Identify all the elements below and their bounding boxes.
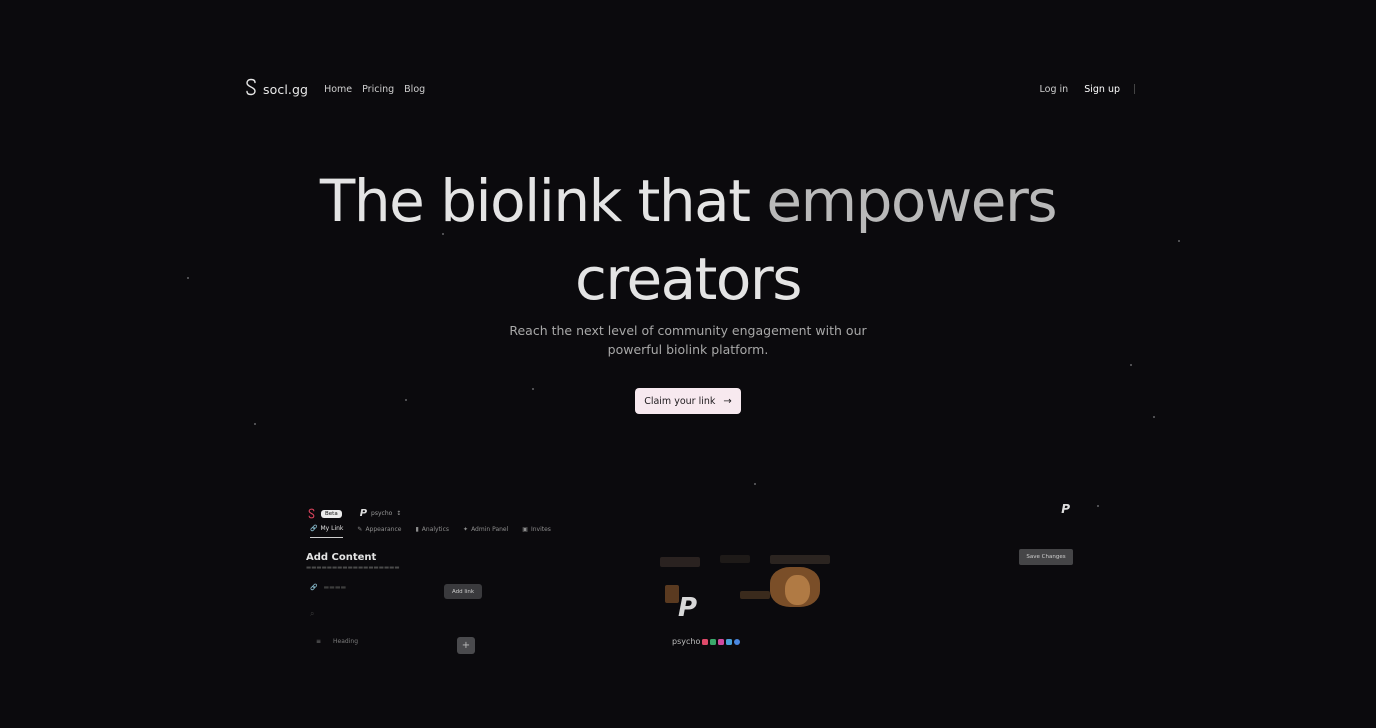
hero-title-line2: creators — [575, 245, 802, 313]
socl-logo-icon — [308, 504, 315, 523]
link-icon: 🔗 — [310, 584, 318, 591]
content-item-heading[interactable]: ≡ Heading — [316, 638, 358, 645]
check-badge-icon — [734, 638, 741, 645]
gift-icon: ▣ — [522, 525, 528, 533]
tab-analytics[interactable]: ▮ Analytics — [415, 525, 449, 538]
nav-divider — [1134, 84, 1135, 94]
profile-name-text: psycho — [672, 637, 701, 646]
hero-title-line1: The biolink that empowers — [0, 162, 1376, 240]
preview-topbar: Beta P psycho ↕ — [308, 504, 401, 523]
star-decoration — [532, 388, 534, 390]
nav-link-blog[interactable]: Blog — [404, 84, 425, 95]
claim-link-label: Claim your link — [644, 395, 716, 407]
profile-avatar: P — [678, 593, 698, 623]
nav-link-home[interactable]: Home — [324, 84, 352, 95]
drag-handle-icon[interactable]: ≡ — [316, 638, 321, 645]
tab-label: Appearance — [365, 525, 402, 533]
star-decoration — [1097, 505, 1099, 507]
socl-logo-icon — [245, 78, 257, 100]
brush-icon: ✎ — [357, 525, 363, 533]
login-link[interactable]: Log in — [1040, 84, 1069, 95]
nav-link-pricing[interactable]: Pricing — [362, 84, 394, 95]
star-decoration — [1153, 416, 1155, 418]
star-decoration — [1130, 364, 1132, 366]
star-decoration — [754, 483, 756, 485]
input-placeholder: ▬▬▬▬ — [323, 584, 347, 591]
pin-badge-icon — [702, 638, 709, 645]
arrow-right-icon: → — [723, 395, 732, 407]
heart-badge-icon — [718, 638, 725, 645]
top-nav: socl.gg Home Pricing Blog Log in Sign up — [245, 78, 1135, 100]
hero-subtitle: Reach the next level of community engage… — [488, 321, 888, 359]
star-decoration — [405, 399, 407, 401]
hero-title-part-a: The biolink that — [319, 167, 751, 235]
star-badge-icon — [726, 638, 733, 645]
logo-text: socl.gg — [263, 81, 309, 97]
add-link-button[interactable]: Add link — [444, 584, 482, 599]
heading-label: Heading — [333, 638, 358, 645]
hero-subtitle-line2: powerful biolink platform. — [607, 342, 769, 357]
search-icon: ⌕ — [310, 609, 315, 618]
user-switcher[interactable]: P psycho ↕ — [360, 508, 402, 519]
nav-auth: Log in Sign up — [1040, 84, 1135, 95]
link-url-input[interactable]: 🔗 ▬▬▬▬ — [310, 584, 346, 591]
verified-badge-icon — [710, 638, 717, 645]
tab-label: Admin Panel — [471, 525, 509, 533]
bar-chart-icon: ▮ — [415, 525, 419, 533]
chevron-updown-icon: ↕ — [396, 510, 402, 517]
hero-subtitle-line1: Reach the next level of community engage… — [509, 323, 867, 338]
beta-badge: Beta — [321, 509, 342, 518]
logo[interactable]: socl.gg — [245, 78, 308, 100]
claim-link-button[interactable]: Claim your link → — [635, 388, 741, 414]
tab-label: Invites — [530, 525, 551, 533]
wrench-icon: ✦ — [463, 525, 469, 533]
add-item-button[interactable]: + — [457, 637, 475, 654]
nav-links: Home Pricing Blog — [324, 84, 425, 95]
avatar[interactable]: P — [1061, 502, 1070, 516]
tab-label: Analytics — [421, 525, 450, 533]
add-content-subtitle: ▬▬▬▬▬▬▬▬▬▬▬▬▬▬▬▬▬▬ — [306, 565, 400, 571]
add-content-heading: Add Content — [306, 552, 377, 563]
star-decoration — [254, 423, 256, 425]
tab-admin-panel[interactable]: ✦ Admin Panel — [463, 525, 508, 538]
link-icon: 🔗 — [310, 525, 318, 532]
profile-name: psycho — [672, 637, 741, 646]
tab-appearance[interactable]: ✎ Appearance — [357, 525, 401, 538]
tab-label: My Link — [320, 525, 344, 532]
tab-my-link[interactable]: 🔗 My Link — [310, 525, 344, 538]
signup-link[interactable]: Sign up — [1084, 84, 1120, 95]
hero-title-part-b: empowers — [766, 167, 1057, 235]
user-name: psycho — [371, 510, 393, 517]
preview-tabs: 🔗 My Link ✎ Appearance ▮ Analytics ✦ Adm… — [310, 525, 551, 538]
tab-invites[interactable]: ▣ Invites — [522, 525, 551, 538]
user-avatar-icon: P — [359, 508, 368, 519]
dashboard-preview: Beta P psycho ↕ P 🔗 My Link ✎ Appearance… — [300, 495, 1080, 728]
save-changes-button[interactable]: Save Changes — [1019, 549, 1073, 565]
